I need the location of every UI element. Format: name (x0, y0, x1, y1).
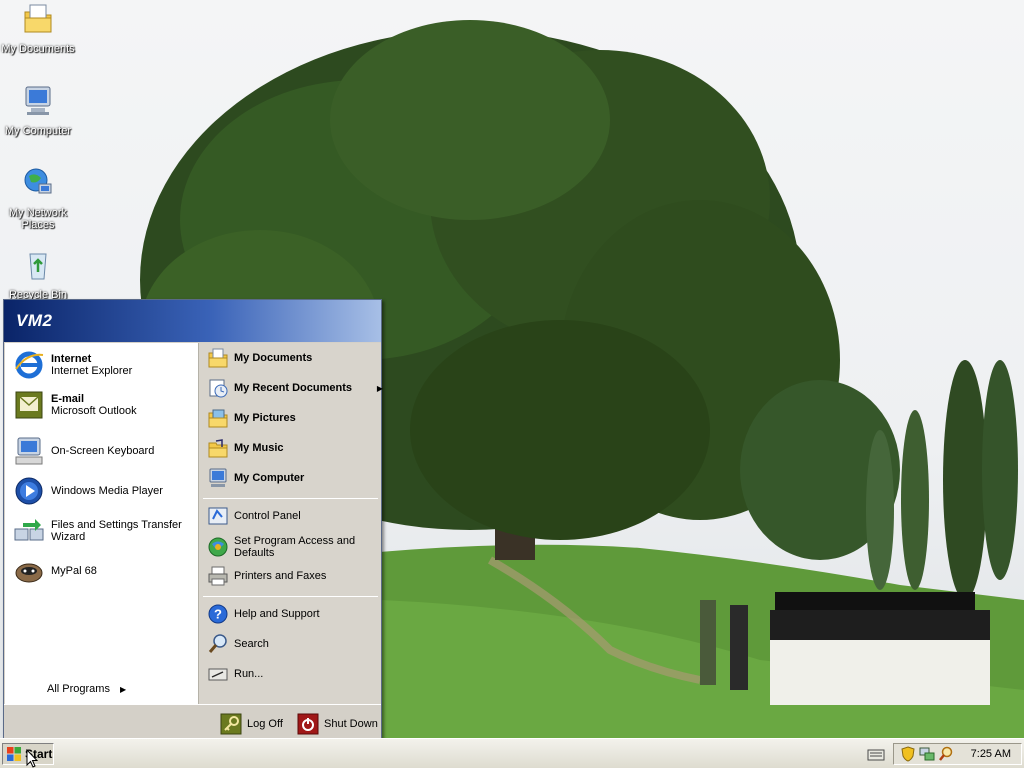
transfer-wizard-icon (14, 519, 44, 541)
svg-text:?: ? (214, 607, 222, 622)
start-menu-right-pane: My Documents My Recent Documents ▶ My Pi… (198, 343, 383, 704)
settings-separator (203, 596, 378, 597)
recent-label: On-Screen Keyboard (51, 445, 155, 457)
place-label: My Pictures (234, 412, 296, 424)
pinned-title: E-mail (51, 393, 85, 405)
windows-logo-icon (7, 747, 21, 761)
taskbar: Start 7:25 AM (0, 738, 1024, 768)
pinned-email[interactable]: E-mail Microsoft Outlook (13, 389, 195, 421)
help-label: Search (234, 638, 269, 650)
place-label: My Recent Documents (234, 382, 352, 394)
recent-media-player[interactable]: Windows Media Player (13, 475, 195, 507)
pinned-internet[interactable]: Internet Internet Explorer (13, 349, 195, 381)
desktop-icon-label: My Computer (4, 125, 72, 137)
search-item[interactable]: Search (207, 633, 379, 655)
desktop-icon-network-places[interactable]: My Network Places (0, 166, 76, 231)
my-computer-icon (25, 86, 51, 115)
place-label: My Documents (234, 352, 313, 364)
pinned-separator (11, 428, 192, 429)
program-access-icon (208, 537, 228, 557)
run-icon (208, 668, 228, 681)
clock[interactable]: 7:25 AM (971, 748, 1011, 760)
place-my-pictures[interactable]: My Pictures (207, 407, 379, 429)
places-separator (203, 498, 378, 499)
place-label: My Computer (234, 472, 305, 484)
control-panel-icon (208, 507, 228, 525)
outlook-icon (15, 391, 43, 419)
shut-down-label: Shut Down (324, 718, 378, 730)
recent-transfer-wizard[interactable]: Files and Settings Transfer Wizard (13, 515, 195, 547)
log-off-button[interactable]: Log Off (220, 712, 283, 736)
security-shield-icon[interactable] (900, 746, 916, 762)
all-programs-label: All Programs (47, 683, 110, 695)
desktop-icon-label: My Documents (1, 43, 75, 55)
setting-control-panel[interactable]: Control Panel (207, 505, 379, 527)
recent-label: Files and Settings Transfer Wizard (51, 519, 182, 543)
place-my-computer[interactable]: My Computer (207, 467, 379, 489)
setting-printers[interactable]: Printers and Faxes (207, 565, 379, 587)
key-icon (220, 713, 242, 735)
setting-program-access[interactable]: Set Program Access and Defaults (207, 535, 379, 559)
mouse-cursor-icon (26, 749, 38, 768)
place-my-music[interactable]: My Music (207, 437, 379, 459)
mypal-icon (15, 563, 43, 583)
internet-explorer-icon (15, 351, 44, 379)
media-player-icon (15, 477, 43, 505)
recent-documents-icon (209, 379, 228, 398)
all-programs-button[interactable]: All Programs ▶ (47, 683, 126, 695)
help-label: Help and Support (234, 608, 320, 620)
help-icon: ? (208, 604, 228, 624)
place-my-documents[interactable]: My Documents (207, 347, 379, 369)
desktop-icon-my-documents[interactable]: My Documents (0, 2, 76, 55)
user-name: VM2 (16, 311, 53, 330)
recent-mypal[interactable]: MyPal 68 (13, 555, 195, 587)
all-programs-separator (11, 673, 192, 674)
my-documents-icon (208, 348, 228, 368)
place-label: My Music (234, 442, 284, 454)
my-pictures-icon (208, 409, 228, 428)
help-and-support[interactable]: ? Help and Support (207, 603, 379, 625)
chevron-right-icon: ▶ (376, 383, 383, 393)
recent-label: MyPal 68 (51, 565, 97, 577)
my-music-icon (208, 439, 228, 458)
shut-down-button[interactable]: Shut Down (297, 712, 378, 736)
setting-label: Control Panel (234, 510, 301, 522)
network-icon[interactable] (919, 746, 935, 762)
recent-on-screen-keyboard[interactable]: On-Screen Keyboard (13, 435, 195, 467)
printers-icon (208, 566, 228, 586)
search-icon (208, 634, 227, 653)
system-tray: 7:25 AM (865, 743, 1022, 765)
my-computer-icon (209, 468, 227, 487)
recycle-bin-icon (29, 253, 47, 280)
start-menu-footer: Log Off Shut Down (4, 704, 381, 740)
search-icon[interactable] (938, 746, 954, 762)
start-menu-left-pane: Internet Internet Explorer E-mail Micros… (5, 343, 198, 704)
recent-label: Windows Media Player (51, 485, 163, 497)
notification-area: 7:25 AM (892, 743, 1022, 765)
chevron-right-icon: ▶ (119, 684, 127, 694)
pinned-subtitle: Microsoft Outlook (51, 405, 137, 417)
log-off-label: Log Off (247, 718, 283, 730)
power-icon (297, 713, 319, 735)
run-item[interactable]: Run... (207, 663, 379, 685)
start-menu-header: VM2 (4, 300, 381, 342)
my-documents-icon (24, 4, 52, 33)
place-recent-documents[interactable]: My Recent Documents ▶ (207, 377, 383, 399)
desktop-icon-label: My Network Places (8, 207, 68, 231)
keyboard-icon[interactable] (865, 743, 887, 765)
desktop-icon-recycle-bin[interactable]: Recycle Bin (0, 248, 76, 301)
pinned-title: Internet (51, 353, 92, 365)
setting-label: Set Program Access and Defaults (234, 535, 356, 559)
network-places-icon (24, 168, 52, 194)
on-screen-keyboard-icon (15, 437, 43, 465)
help-label: Run... (234, 668, 264, 680)
setting-label: Printers and Faxes (234, 570, 327, 582)
desktop-icon-my-computer[interactable]: My Computer (0, 84, 76, 137)
pinned-subtitle: Internet Explorer (51, 365, 133, 377)
start-menu: VM2 Internet Internet Explorer E-mail Mi (3, 299, 383, 741)
